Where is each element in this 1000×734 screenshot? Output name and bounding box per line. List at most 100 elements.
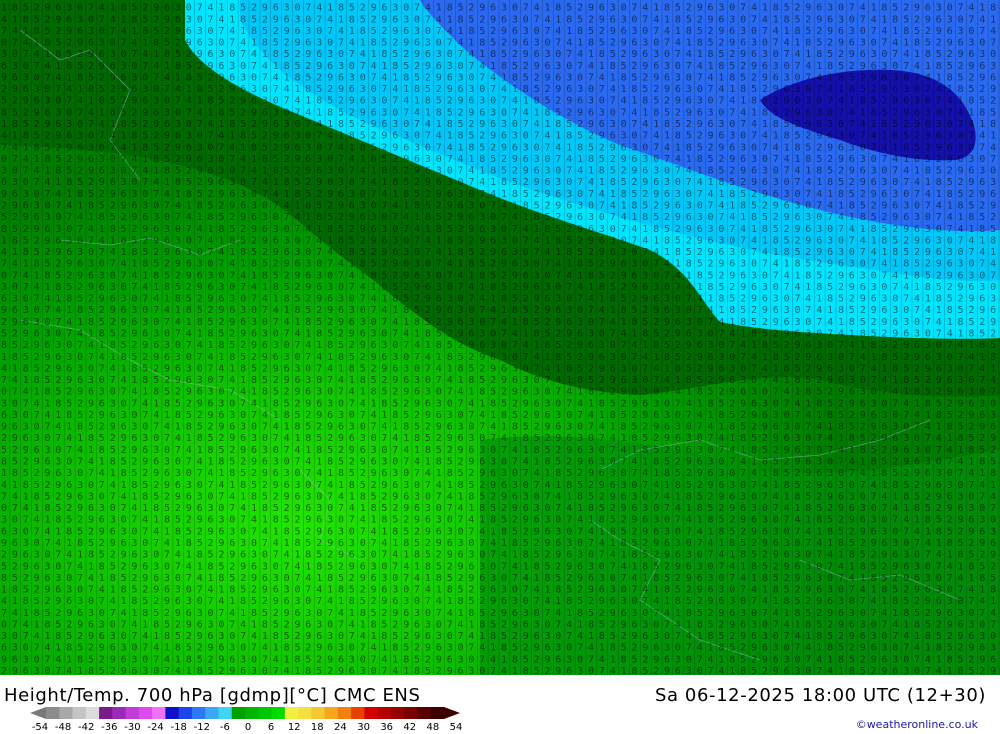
contour-value-glyph: 2 — [414, 177, 420, 188]
contour-value-glyph: 8 — [773, 235, 779, 246]
contour-value-glyph: 7 — [153, 189, 159, 200]
contour-value-glyph: 9 — [34, 340, 40, 351]
contour-value-glyph: 0 — [349, 526, 355, 537]
contour-value-glyph: 0 — [990, 515, 996, 526]
contour-value-glyph: 5 — [316, 201, 322, 212]
contour-value-glyph: 1 — [142, 38, 148, 49]
contour-value-glyph: 4 — [327, 131, 333, 142]
contour-value-glyph: 0 — [305, 363, 311, 374]
contour-value-glyph: 5 — [577, 480, 583, 491]
contour-value-glyph: 0 — [273, 329, 279, 340]
contour-value-glyph: 9 — [99, 294, 105, 305]
contour-value-glyph: 6 — [925, 352, 931, 363]
contour-value-glyph: 0 — [751, 375, 757, 386]
contour-value-glyph: 0 — [871, 619, 877, 630]
contour-value-glyph: 7 — [414, 119, 420, 130]
contour-value-glyph: 3 — [729, 247, 735, 258]
contour-value-glyph: 8 — [718, 294, 724, 305]
contour-value-glyph: 2 — [153, 363, 159, 374]
contour-value-glyph: 4 — [121, 142, 127, 153]
contour-value-glyph: 8 — [327, 573, 333, 584]
contour-value-glyph: 6 — [153, 457, 159, 468]
contour-value-glyph: 0 — [795, 422, 801, 433]
contour-value-glyph: 5 — [512, 177, 518, 188]
contour-value-glyph: 0 — [447, 166, 453, 177]
contour-value-glyph: 5 — [968, 550, 974, 561]
contour-value-glyph: 3 — [447, 61, 453, 72]
contour-value-glyph: 4 — [436, 131, 442, 142]
contour-value-glyph: 1 — [577, 38, 583, 49]
contour-value-glyph: 9 — [816, 131, 822, 142]
contour-value-glyph: 4 — [186, 561, 192, 572]
contour-value-glyph: 8 — [827, 177, 833, 188]
contour-value-glyph: 6 — [327, 177, 333, 188]
contour-value-glyph: 3 — [925, 573, 931, 584]
contour-value-glyph: 2 — [631, 61, 637, 72]
contour-value-glyph: 4 — [425, 119, 431, 130]
contour-value-glyph: 7 — [218, 375, 224, 386]
contour-value-glyph: 5 — [534, 550, 540, 561]
contour-value-glyph: 7 — [599, 201, 605, 212]
contour-value-glyph: 6 — [262, 340, 268, 351]
contour-value-glyph: 2 — [490, 26, 496, 37]
contour-value-glyph: 3 — [99, 619, 105, 630]
contour-value-glyph: 2 — [175, 154, 181, 165]
contour-value-glyph: 0 — [12, 631, 18, 642]
contour-value-glyph: 4 — [403, 329, 409, 340]
contour-value-glyph: 2 — [284, 387, 290, 398]
contour-value-glyph: 4 — [121, 26, 127, 37]
contour-value-glyph: 6 — [45, 107, 51, 118]
contour-value-glyph: 5 — [675, 468, 681, 479]
contour-value-glyph: 1 — [186, 201, 192, 212]
contour-value-glyph: 6 — [305, 38, 311, 49]
contour-value-glyph: 1 — [403, 550, 409, 561]
contour-value-glyph: 0 — [186, 119, 192, 130]
contour-value-glyph: 2 — [718, 38, 724, 49]
contour-value-glyph: 0 — [653, 270, 659, 281]
contour-value-glyph: 3 — [784, 189, 790, 200]
contour-value-glyph: 3 — [12, 410, 18, 421]
contour-value-glyph: 3 — [740, 375, 746, 386]
contour-value-glyph: 5 — [273, 270, 279, 281]
contour-value-glyph: 8 — [164, 398, 170, 409]
contour-value-glyph: 7 — [795, 294, 801, 305]
contour-value-glyph: 0 — [610, 224, 616, 235]
contour-value-glyph: 4 — [468, 282, 474, 293]
contour-value-glyph: 6 — [262, 457, 268, 468]
contour-value-glyph: 5 — [338, 573, 344, 584]
contour-value-glyph: 6 — [631, 270, 637, 281]
contour-value-glyph: 8 — [414, 84, 420, 95]
contour-value-glyph: 4 — [447, 491, 453, 502]
contour-value-glyph: 8 — [751, 96, 757, 107]
contour-value-glyph: 3 — [881, 294, 887, 305]
contour-value-glyph: 6 — [773, 538, 779, 549]
contour-value-glyph: 7 — [653, 608, 659, 619]
contour-value-glyph: 7 — [45, 305, 51, 316]
contour-value-glyph: 7 — [490, 433, 496, 444]
contour-value-glyph: 8 — [338, 3, 344, 14]
contour-value-glyph: 1 — [316, 340, 322, 351]
contour-value-glyph: 9 — [66, 26, 72, 37]
contour-value-glyph: 6 — [88, 154, 94, 165]
contour-value-glyph: 7 — [479, 538, 485, 549]
contour-value-glyph: 8 — [153, 619, 159, 630]
contour-value-glyph: 8 — [468, 375, 474, 386]
contour-value-glyph: 7 — [12, 270, 18, 281]
contour-value-glyph: 9 — [197, 515, 203, 526]
contour-value-glyph: 2 — [675, 457, 681, 468]
contour-value-glyph: 4 — [1, 596, 7, 607]
contour-value-glyph: 3 — [621, 247, 627, 258]
contour-value-glyph: 7 — [816, 84, 822, 95]
contour-value-glyph: 4 — [490, 73, 496, 84]
contour-value-glyph: 2 — [273, 26, 279, 37]
contour-value-glyph: 9 — [66, 375, 72, 386]
contour-value-glyph: 0 — [697, 84, 703, 95]
contour-value-glyph: 9 — [838, 503, 844, 514]
contour-value-glyph: 0 — [338, 398, 344, 409]
contour-value-glyph: 5 — [55, 154, 61, 165]
contour-value-glyph: 1 — [425, 340, 431, 351]
contour-value-glyph: 9 — [295, 503, 301, 514]
contour-value-glyph: 9 — [490, 247, 496, 258]
contour-value-glyph: 8 — [968, 561, 974, 572]
contour-value-glyph: 1 — [849, 329, 855, 340]
